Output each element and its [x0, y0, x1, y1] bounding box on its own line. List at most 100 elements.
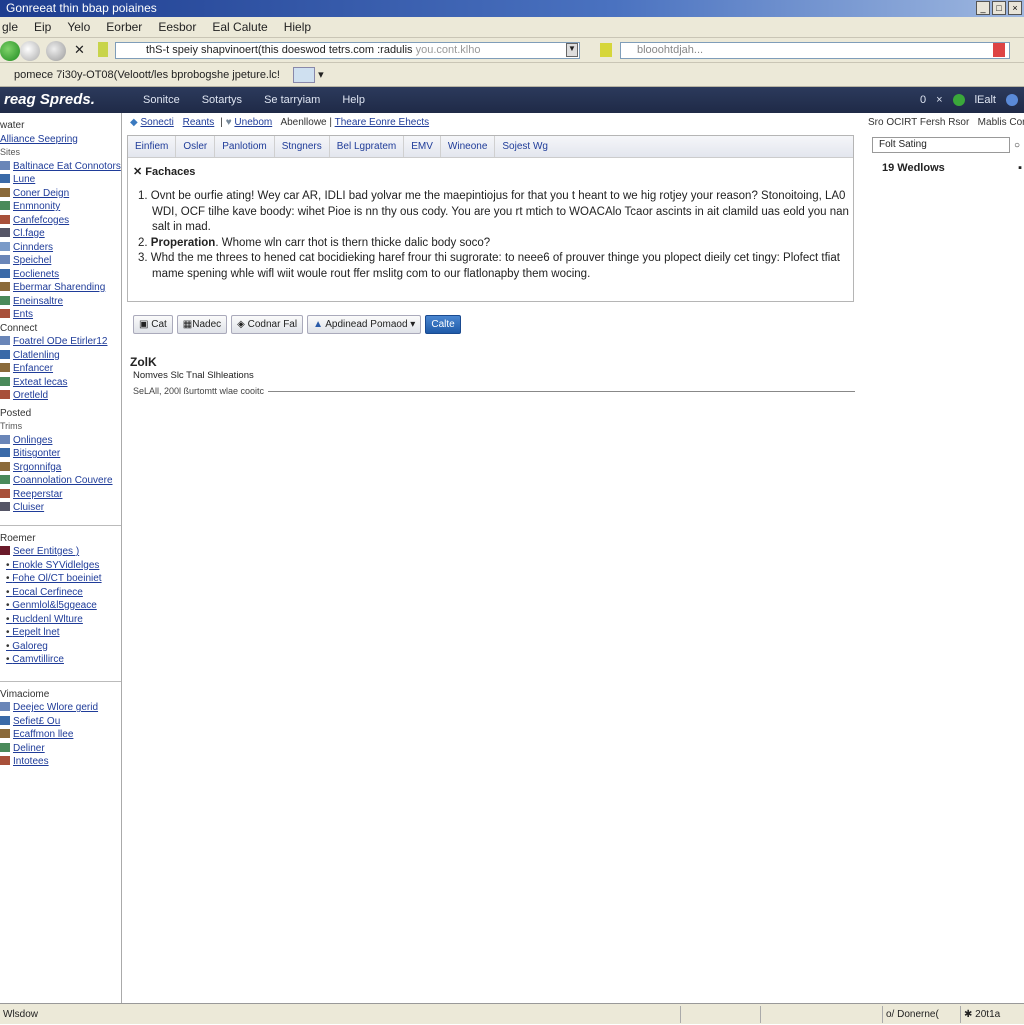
breadcrumb-item[interactable]: Sonecti [140, 117, 173, 128]
forward-button[interactable] [20, 41, 40, 61]
sidebar-item[interactable]: Genmlol&l5ggeace [0, 599, 121, 613]
sidebar-item[interactable]: Eocal Cerfinece [0, 586, 121, 600]
menu-favorites[interactable]: Eorber [106, 17, 142, 37]
sidebar-item[interactable]: Deliner [0, 742, 121, 756]
sidebar-item[interactable]: Deejec Wlore gerid [0, 701, 121, 715]
breadcrumb-item[interactable]: Unebom [234, 117, 272, 128]
site-logo[interactable]: reag Spreds. [4, 87, 95, 113]
feed-icon[interactable] [293, 67, 316, 84]
dismiss-icon[interactable]: × [936, 87, 942, 113]
sidebar-link[interactable]: Seer Entitges ) [0, 545, 121, 559]
window-icon[interactable]: ▪ [1018, 162, 1022, 174]
cut-button[interactable]: ▣ Cat [133, 315, 173, 334]
back-button[interactable] [0, 41, 20, 61]
sidebar-item[interactable]: Srgonnifga [0, 461, 121, 475]
notification-count[interactable]: 0 [920, 87, 926, 113]
sidebar-item[interactable]: Cinnders [0, 241, 121, 255]
maximize-button[interactable]: □ [992, 1, 1006, 15]
edit-link[interactable]: lEalt [975, 87, 996, 113]
sidebar-item[interactable]: Oretleld [0, 389, 121, 403]
section-title: ZolK [130, 355, 157, 369]
sidebar-item[interactable]: Lune [0, 173, 121, 187]
sidebar-item[interactable]: Coannolation Couvere [0, 474, 121, 488]
tab[interactable]: Stngners [275, 136, 330, 157]
menu-help[interactable]: Hielp [284, 17, 311, 37]
menu-edit[interactable]: Eip [34, 17, 51, 37]
tab[interactable]: EMV [404, 136, 441, 157]
menu-view[interactable]: Yelo [67, 17, 90, 37]
right-search-input[interactable]: Folt Sating [872, 137, 1010, 153]
sidebar-link[interactable]: Alliance Seepring [0, 133, 121, 147]
codnar-button[interactable]: ◈ Codnar Fal [231, 315, 304, 334]
nav-security[interactable]: Sotartys [202, 87, 242, 113]
links-bar: pomece 7i30y-OT08(Veloott/les bprobogshe… [0, 63, 1024, 87]
sidebar-item[interactable]: Sefiet£ Ou [0, 715, 121, 729]
breadcrumb-item[interactable]: Abenllowe [280, 117, 326, 128]
search-input[interactable]: blooohtdjah... [620, 42, 1010, 59]
right-link[interactable]: Mablis Cortoc [978, 117, 1024, 128]
sidebar-heading: Vimaciome [0, 688, 50, 700]
primary-button[interactable]: Calte [425, 315, 461, 334]
sidebar-item[interactable]: Camvtillirce [0, 653, 121, 667]
sidebar-item[interactable]: Clatlenling [0, 349, 121, 363]
sidebar-item[interactable]: Bitisgonter [0, 447, 121, 461]
sidebar-item[interactable]: Coner Deign [0, 187, 121, 201]
breadcrumb-item[interactable]: Reants [183, 117, 215, 128]
sidebar-item[interactable]: Eoclienets [0, 268, 121, 282]
breadcrumb-item[interactable]: Theare Eonre Ehects [335, 117, 430, 128]
sidebar-item[interactable]: Enmnonity [0, 200, 121, 214]
address-dropdown-icon[interactable]: ▼ [566, 43, 578, 57]
item-icon [0, 488, 10, 498]
tab[interactable]: Bel Lgpratem [330, 136, 405, 157]
nav-help[interactable]: Help [342, 87, 365, 113]
format-dropdown[interactable]: ▲ Apdinead Pomaod ▾ [307, 315, 422, 334]
title-bar: Gonreeat thin bbap poiaines _ □ × [0, 0, 1024, 17]
zoom-level[interactable]: ✱ 20t1a [960, 1006, 1024, 1023]
search-icon[interactable]: ○ [1014, 140, 1020, 151]
sidebar-item[interactable]: Onlinges [0, 434, 121, 448]
tab[interactable]: Einfiem [128, 136, 177, 157]
menu-file[interactable]: gle [2, 17, 18, 37]
page-icon [98, 42, 108, 57]
sidebar-item[interactable]: Enokle SYVidlelges [0, 559, 121, 573]
sidebar-item[interactable]: Reeperstar [0, 488, 121, 502]
nav-service[interactable]: Sonitce [143, 87, 180, 113]
sidebar-item[interactable]: Exteat lecas [0, 376, 121, 390]
menu-calculate[interactable]: Eal Calute [212, 17, 267, 37]
tab[interactable]: Osler [176, 136, 216, 157]
item-icon [0, 448, 10, 457]
go-icon[interactable] [600, 43, 612, 57]
tab[interactable]: Panlotiom [215, 136, 275, 157]
sidebar-item[interactable]: Ebermar Sharending [0, 281, 121, 295]
sidebar-item[interactable]: Cluiser [0, 501, 121, 515]
tab[interactable]: Sojest Wg [495, 136, 555, 157]
sidebar-item[interactable]: Baltinace Eat Connotors [0, 160, 121, 174]
tab[interactable]: Wineone [441, 136, 496, 157]
sidebar-item[interactable]: Eneinsaltre [0, 295, 121, 309]
user-avatar[interactable] [1006, 94, 1018, 106]
address-input[interactable]: thS-t speiy shapvinoert(this doeswod tet… [115, 42, 580, 59]
close-button[interactable]: × [1008, 1, 1022, 15]
sidebar-item[interactable]: Galoreg [0, 640, 121, 654]
refresh-button[interactable] [46, 41, 66, 61]
sidebar-item[interactable]: Cl.fage [0, 227, 121, 241]
sidebar-item[interactable]: Eepelt lnet [0, 626, 121, 640]
right-link[interactable]: Sro OCIRT Fersh Rsor [868, 117, 969, 128]
minimize-button[interactable]: _ [976, 1, 990, 15]
sidebar-item[interactable]: Canfefcoges [0, 214, 121, 228]
sidebar-item[interactable]: Speichel [0, 254, 121, 268]
search-provider-icon[interactable] [993, 43, 1005, 57]
nadec-button[interactable]: ▦Nadec [176, 315, 228, 334]
sidebar-item[interactable]: Ents [0, 308, 121, 322]
sidebar-item[interactable]: Enfancer [0, 362, 121, 376]
favorite-link[interactable]: pomece 7i30y-OT08(Veloott/les bprobogshe… [14, 69, 280, 81]
sidebar-item[interactable]: Fohe Ol/CT boeiniet [0, 572, 121, 586]
nav-settings[interactable]: Se tarryiam [264, 87, 320, 113]
sidebar-item[interactable]: Intotees [0, 755, 121, 769]
close-icon[interactable]: ✕ [133, 166, 145, 178]
sidebar-item[interactable]: Ecaffmon llee [0, 728, 121, 742]
menu-tools[interactable]: Eesbor [158, 17, 196, 37]
stop-icon[interactable]: ✕ [74, 42, 85, 58]
sidebar-item[interactable]: Foatrel ODe Etirler12 [0, 335, 121, 349]
sidebar-item[interactable]: Rucldenl Wlture [0, 613, 121, 627]
